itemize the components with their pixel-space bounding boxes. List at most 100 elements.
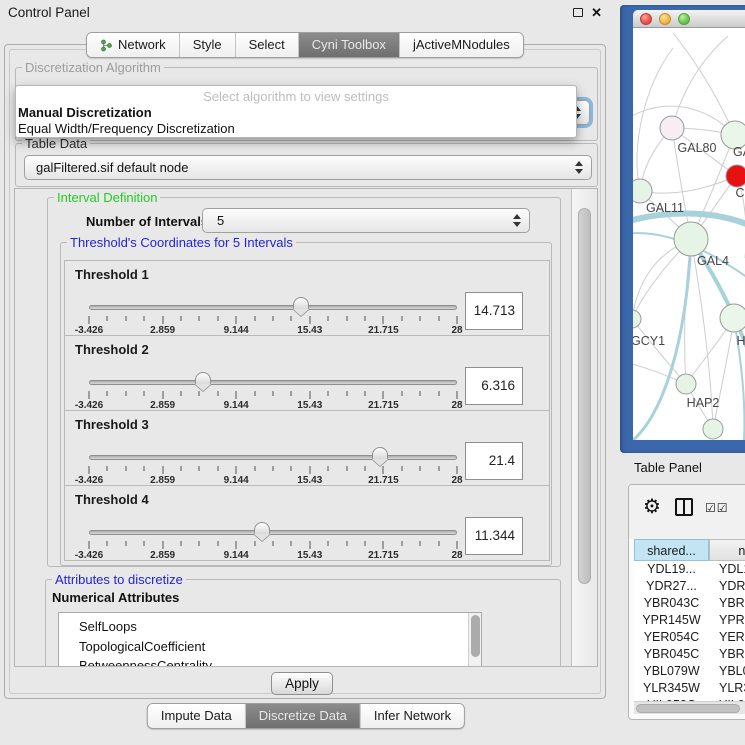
table-cell: YLR345W	[634, 680, 709, 697]
application-window: Control Panel ✕ Network StyleSelect Cyni T…	[0, 0, 745, 745]
node-label-gal4: GAL4	[697, 254, 729, 268]
slider-tick	[291, 316, 292, 321]
column-header-name[interactable]: name	[709, 539, 745, 561]
node-hap2[interactable]	[676, 374, 696, 394]
slider-tick	[438, 391, 439, 396]
scrollbar-thumb[interactable]	[578, 208, 591, 584]
vertical-scrollbar[interactable]	[571, 189, 597, 666]
float-window-icon[interactable]	[573, 8, 583, 17]
attribute-item-selfloops[interactable]: SelfLoops	[59, 617, 481, 637]
slider-thumb[interactable]	[254, 522, 270, 534]
slider-tick	[328, 466, 329, 471]
network-edge	[633, 319, 686, 384]
tab-impute-data[interactable]: Impute Data	[148, 704, 245, 728]
table-row[interactable]: YPR145WYPR1	[634, 612, 745, 629]
zoom-traffic-light-icon[interactable]	[678, 13, 690, 25]
threshold-slider[interactable]: -3.4262.8599.14415.4321.71528	[89, 372, 457, 412]
slider-thumb[interactable]	[372, 447, 388, 459]
tab-infer-network[interactable]: Infer Network	[360, 704, 464, 728]
gear-icon[interactable]: ⚙	[643, 494, 661, 519]
slider-tick	[365, 316, 366, 321]
tab-network[interactable]: Network	[87, 33, 179, 57]
close-icon[interactable]: ✕	[591, 6, 602, 19]
slider-track[interactable]	[89, 305, 457, 310]
table-cell: YBR0	[709, 595, 745, 612]
slider-track[interactable]	[89, 380, 457, 385]
table-row[interactable]: YBR045CYBR0	[634, 646, 745, 663]
threshold-value-field[interactable]: 21.4	[465, 442, 523, 480]
tab-jactivemnodules[interactable]: jActiveMNodules	[399, 33, 523, 57]
slider-tick	[254, 466, 255, 471]
tab-cyni-toolbox[interactable]: Cyni Toolbox	[298, 33, 399, 57]
threshold-value-field[interactable]: 14.713	[465, 292, 523, 330]
close-traffic-light-icon[interactable]	[640, 13, 652, 25]
threshold-slider[interactable]: -3.4262.8599.14415.4321.71528	[89, 522, 457, 562]
slider-tick	[328, 391, 329, 396]
checkboxes-icon[interactable]: ☑☑	[705, 501, 729, 515]
threshold-value-field[interactable]: 6.316	[465, 367, 523, 405]
attribute-item-betweennesscentrality[interactable]: BetweennessCentrality	[59, 656, 481, 666]
slider-tick	[236, 466, 237, 474]
slider-thumb[interactable]	[195, 372, 211, 384]
slider-tick	[144, 541, 145, 546]
slider-thumb[interactable]	[293, 297, 309, 309]
table-data-combobox[interactable]: galFiltered.sif default node	[24, 155, 592, 180]
table-row[interactable]: YLR345WYLR3	[634, 680, 745, 697]
table-row[interactable]: YDL19...YDL1	[634, 561, 745, 578]
slider-tick	[217, 466, 218, 471]
threshold-panel-threshold-1: Threshold 1-3.4262.8599.14415.4321.71528…	[64, 260, 550, 336]
list-scrollbar[interactable]	[468, 613, 481, 666]
threshold-panel-threshold-3: Threshold 3-3.4262.8599.14415.4321.71528…	[64, 410, 550, 486]
node-pink[interactable]	[660, 116, 684, 140]
slider-tick	[383, 541, 384, 549]
threshold-value-field[interactable]: 11.344	[465, 517, 523, 555]
horizontal-scrollbar[interactable]	[634, 701, 745, 714]
tab-label: Cyni Toolbox	[312, 37, 386, 53]
node-green-left[interactable]	[633, 179, 652, 203]
table-panel: ⚙ ☑☑ shared...name YDL19...YDL1YDR27...Y…	[628, 484, 745, 720]
network-window-titlebar[interactable]	[633, 10, 745, 28]
numerical-attributes-list[interactable]: SelfLoopsTopologicalCoefficientBetweenne…	[58, 612, 482, 666]
network-window-frame[interactable]: GAL80GACGAL11GAL4GCY1HHAP2	[620, 5, 745, 453]
apply-button[interactable]: Apply	[271, 672, 333, 695]
node-gcy1[interactable]	[633, 310, 641, 328]
slider-tick	[162, 541, 163, 549]
tab-discretize-data[interactable]: Discretize Data	[245, 704, 360, 728]
slider-track[interactable]	[89, 455, 457, 460]
settings-scrollpane: Interval Definition Number of Intervals …	[14, 188, 598, 667]
split-view-icon[interactable]	[675, 498, 693, 516]
threshold-slider[interactable]: -3.4262.8599.14415.4321.71528	[89, 297, 457, 337]
node-label-h: H	[736, 334, 745, 348]
node-red[interactable]	[726, 165, 745, 187]
slider-track[interactable]	[89, 530, 457, 535]
scrollbar-thumb[interactable]	[636, 704, 740, 713]
tick-label: -3.426	[75, 550, 103, 561]
table-cell: YLR3	[709, 680, 745, 697]
network-edge	[713, 318, 734, 429]
threshold-slider[interactable]: -3.4262.8599.14415.4321.71528	[89, 447, 457, 487]
tab-select[interactable]: Select	[235, 33, 298, 57]
table-row[interactable]: YER054CYER0	[634, 629, 745, 646]
attribute-item-topologicalcoefficient[interactable]: TopologicalCoefficient	[59, 637, 481, 657]
slider-tick	[273, 541, 274, 546]
table-row[interactable]: YBR043CYBR0	[634, 595, 745, 612]
slider-tick	[162, 391, 163, 399]
node-green-right[interactable]	[720, 304, 745, 332]
node-gal4[interactable]	[674, 222, 708, 256]
minimize-traffic-light-icon[interactable]	[659, 13, 671, 25]
table-cell: YDL1	[709, 561, 745, 578]
slider-tick	[125, 391, 126, 396]
tab-label: Impute Data	[161, 708, 232, 724]
node-bottom[interactable]	[703, 419, 723, 439]
network-view-canvas[interactable]: GAL80GACGAL11GAL4GCY1HHAP2	[633, 28, 745, 440]
table-row[interactable]: YDR27...YDR2	[634, 578, 745, 595]
tab-style[interactable]: Style	[179, 33, 235, 57]
dropdown-option-equal-width-frequency[interactable]: Equal Width/Frequency Discretization	[16, 121, 576, 137]
tab-label: Network	[118, 37, 166, 53]
num-intervals-combobox[interactable]: 5	[202, 208, 530, 233]
slider-tick	[144, 316, 145, 321]
column-header-shared[interactable]: shared...	[634, 539, 709, 561]
table-row[interactable]: YBL079WYBL0	[634, 663, 745, 680]
dropdown-option-manual-discretization[interactable]: Manual Discretization	[16, 105, 576, 121]
panel-title: Control Panel	[8, 0, 90, 26]
